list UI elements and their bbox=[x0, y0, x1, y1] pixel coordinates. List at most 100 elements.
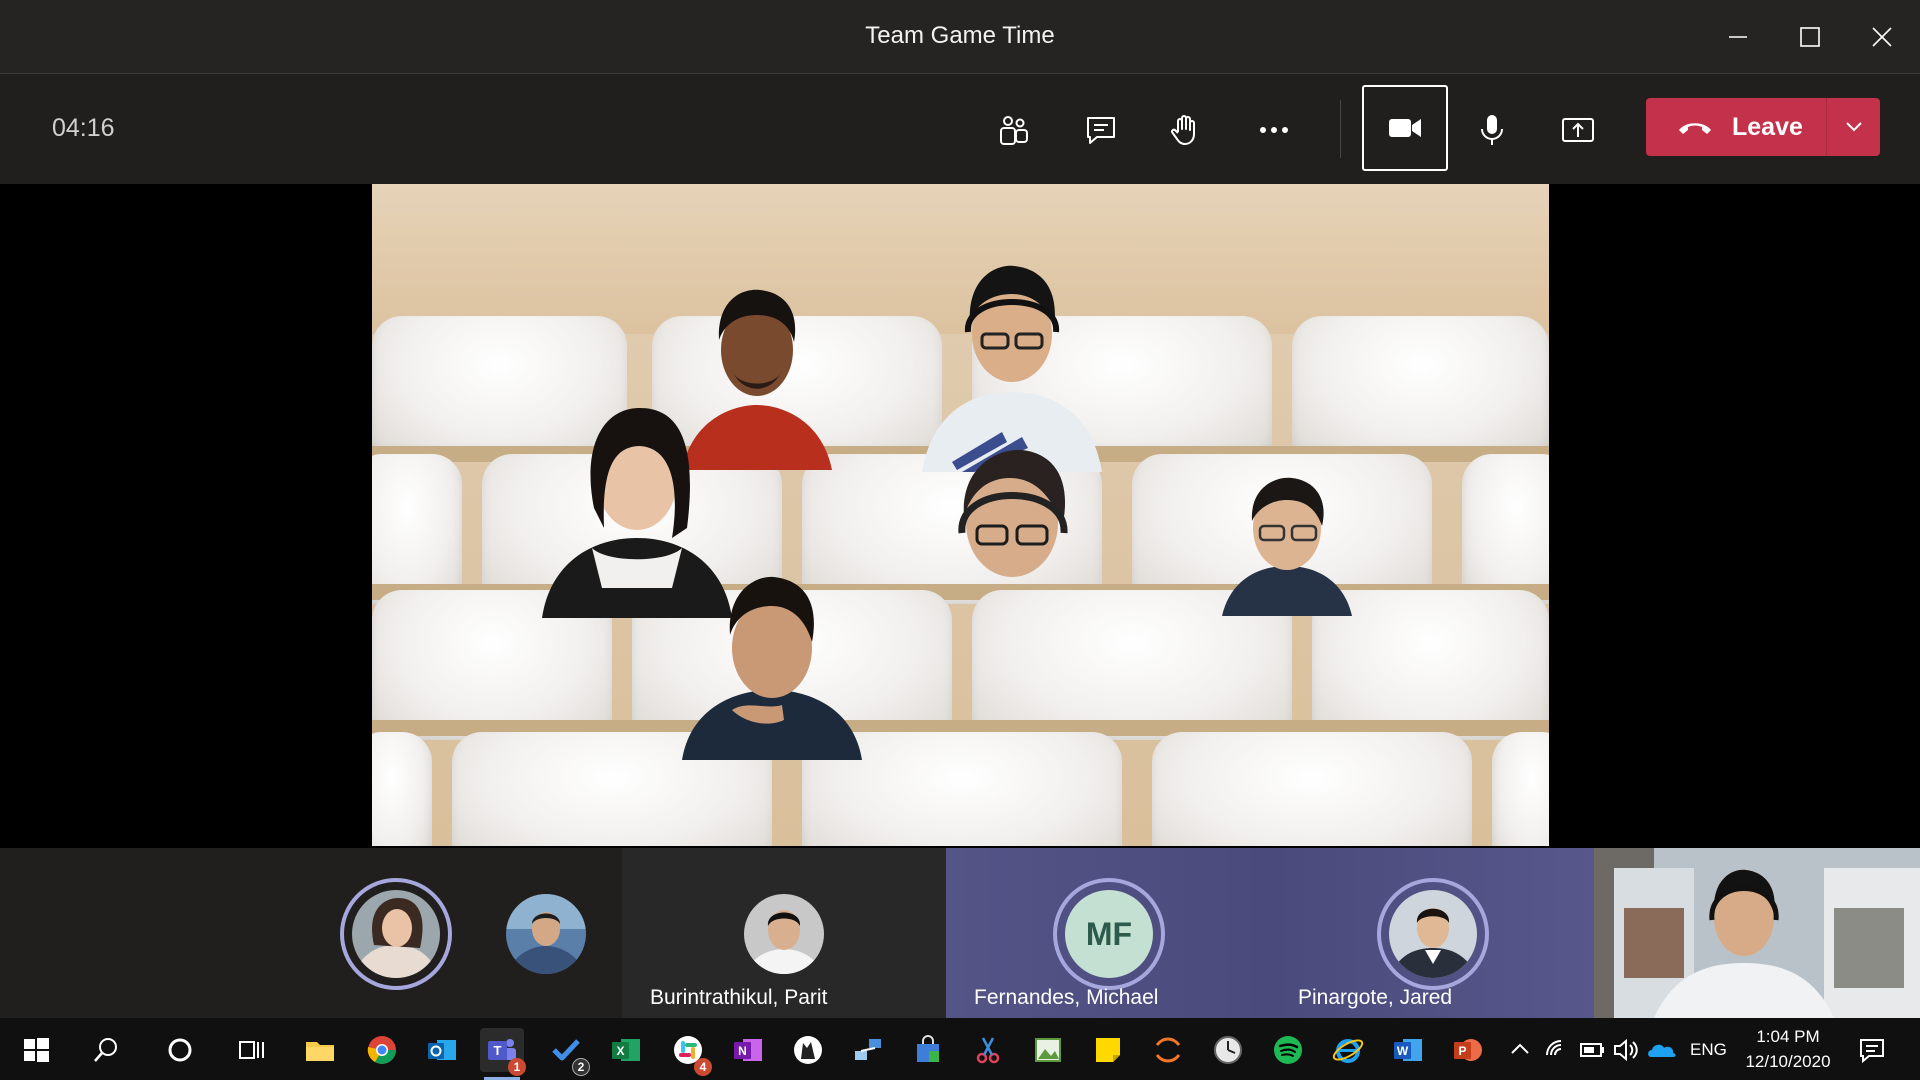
leave-main-button[interactable]: Leave bbox=[1646, 98, 1826, 156]
svg-text:T: T bbox=[494, 1043, 502, 1058]
avatar bbox=[744, 894, 824, 974]
action-center-button[interactable] bbox=[1850, 1028, 1894, 1072]
word-icon: W bbox=[1394, 1039, 1422, 1061]
participant-tile[interactable] bbox=[490, 848, 600, 1018]
teams-badge: 1 bbox=[508, 1058, 526, 1076]
svg-text:X: X bbox=[616, 1044, 624, 1058]
internet-explorer-button[interactable] bbox=[1326, 1028, 1370, 1072]
cortana-icon bbox=[168, 1038, 192, 1062]
onedrive-tray-button[interactable] bbox=[1642, 1028, 1682, 1072]
maximize-icon bbox=[1800, 27, 1820, 47]
slack-badge: 4 bbox=[694, 1058, 712, 1076]
svg-text:P: P bbox=[1458, 1044, 1466, 1058]
self-video-preview[interactable] bbox=[1594, 848, 1920, 1018]
maximize-button[interactable] bbox=[1782, 14, 1838, 60]
meeting-control-bar: 04:16 Leave bbox=[0, 74, 1920, 184]
participant-photo bbox=[1389, 890, 1477, 978]
seat bbox=[1292, 316, 1549, 456]
minimize-button[interactable] bbox=[1710, 14, 1766, 60]
participant-video-4 bbox=[958, 449, 1068, 577]
seat bbox=[372, 454, 462, 604]
video-camera-icon bbox=[1389, 119, 1421, 137]
participant-photo bbox=[744, 894, 824, 974]
photos-app-button[interactable] bbox=[1026, 1028, 1070, 1072]
jupyter-icon bbox=[1155, 1037, 1181, 1063]
jupyter-button[interactable] bbox=[1146, 1028, 1190, 1072]
participant-photo bbox=[506, 894, 586, 974]
show-conversation-button[interactable] bbox=[1073, 102, 1129, 158]
leave-options-dropdown[interactable] bbox=[1827, 98, 1880, 156]
share-content-button[interactable] bbox=[1550, 102, 1606, 158]
search-icon bbox=[94, 1038, 117, 1062]
teams-button[interactable]: T 1 bbox=[480, 1028, 526, 1080]
camera-toggle-button[interactable] bbox=[1362, 85, 1448, 171]
control-divider bbox=[1340, 100, 1341, 158]
file-explorer-button[interactable] bbox=[298, 1028, 342, 1072]
show-hidden-icons-button[interactable] bbox=[1498, 1028, 1542, 1072]
more-icon bbox=[1260, 127, 1288, 133]
search-button[interactable] bbox=[84, 1028, 128, 1072]
svg-text:W: W bbox=[1397, 1044, 1409, 1058]
seat bbox=[372, 732, 432, 846]
participant-tile-michael[interactable]: MF Fernandes, Michael bbox=[946, 848, 1270, 1018]
network-app-button[interactable] bbox=[846, 1028, 890, 1072]
meeting-timer: 04:16 bbox=[52, 114, 115, 142]
internet-explorer-icon bbox=[1332, 1039, 1364, 1063]
powerpoint-button[interactable]: P bbox=[1446, 1028, 1490, 1072]
scissors-icon bbox=[976, 1037, 1000, 1064]
window-titlebar: Team Game Time bbox=[0, 0, 1920, 74]
chevron-down-icon bbox=[1845, 122, 1862, 132]
avatar bbox=[352, 890, 440, 978]
word-button[interactable]: W bbox=[1386, 1028, 1430, 1072]
mic-toggle-button[interactable] bbox=[1464, 102, 1520, 158]
show-participants-button[interactable] bbox=[986, 102, 1042, 158]
hang-up-icon bbox=[1679, 123, 1711, 134]
todo-button[interactable]: 2 bbox=[544, 1028, 590, 1076]
seat bbox=[1152, 732, 1472, 846]
clock-icon bbox=[1214, 1036, 1242, 1064]
clock-date: 12/10/2020 bbox=[1745, 1052, 1831, 1071]
avatar bbox=[506, 894, 586, 974]
raise-hand-button[interactable] bbox=[1157, 102, 1213, 158]
participant-tile[interactable] bbox=[330, 848, 460, 1018]
leave-button[interactable]: Leave bbox=[1646, 98, 1880, 156]
excel-button[interactable]: X bbox=[604, 1028, 648, 1072]
start-button[interactable] bbox=[14, 1028, 58, 1072]
clock-app-button[interactable] bbox=[1206, 1028, 1250, 1072]
cortana-button[interactable] bbox=[158, 1028, 202, 1072]
spotify-button[interactable] bbox=[1266, 1028, 1310, 1072]
close-icon bbox=[1872, 27, 1892, 47]
shopping-bag-icon bbox=[917, 1035, 939, 1062]
volume-tray-button[interactable] bbox=[1606, 1028, 1646, 1072]
together-mode-scene bbox=[372, 184, 1549, 846]
participant-tile-jared[interactable]: Pinargote, Jared bbox=[1270, 848, 1594, 1018]
sticky-notes-button[interactable] bbox=[1086, 1028, 1130, 1072]
participant-tile-parit[interactable]: Burintrathikul, Parit bbox=[622, 848, 946, 1018]
outlook-icon bbox=[428, 1040, 456, 1060]
speaker-icon bbox=[1614, 1038, 1638, 1062]
animal-app-button[interactable] bbox=[786, 1028, 830, 1072]
taskbar-clock[interactable]: 1:04 PM 12/10/2020 bbox=[1728, 1024, 1848, 1074]
outlook-button[interactable] bbox=[420, 1028, 464, 1072]
language-indicator[interactable]: ENG bbox=[1690, 1040, 1727, 1060]
participant-name: Fernandes, Michael bbox=[974, 986, 1159, 1009]
more-actions-button[interactable] bbox=[1246, 102, 1302, 158]
minimize-icon bbox=[1729, 36, 1747, 38]
leave-label: Leave bbox=[1732, 112, 1803, 141]
slack-button[interactable]: 4 bbox=[666, 1028, 712, 1076]
folder-icon bbox=[306, 1042, 334, 1061]
chevron-up-icon bbox=[1511, 1043, 1529, 1054]
task-view-button[interactable] bbox=[230, 1028, 274, 1072]
snipping-tool-button[interactable] bbox=[966, 1028, 1010, 1072]
excel-icon: X bbox=[612, 1039, 640, 1061]
hand-icon bbox=[1171, 115, 1195, 145]
participant-video-5 bbox=[1222, 477, 1352, 616]
wolf-icon bbox=[794, 1036, 822, 1064]
close-button[interactable] bbox=[1854, 14, 1910, 60]
onenote-button[interactable]: N bbox=[726, 1028, 770, 1072]
sticky-note-icon bbox=[1096, 1038, 1120, 1062]
chrome-button[interactable] bbox=[360, 1028, 404, 1072]
spotify-icon bbox=[1274, 1036, 1302, 1064]
store-app-button[interactable] bbox=[906, 1028, 950, 1072]
onedrive-cloud-icon bbox=[1648, 1044, 1676, 1057]
